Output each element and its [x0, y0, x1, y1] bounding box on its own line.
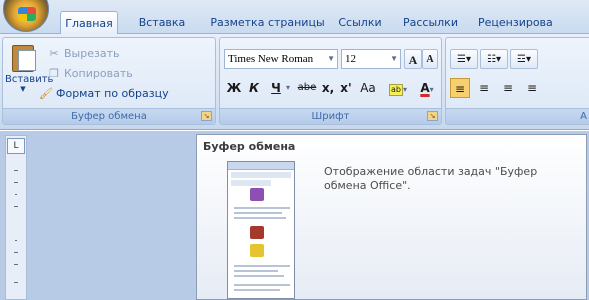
subscript-button[interactable]: x,: [320, 78, 336, 98]
ruler-tick: [14, 170, 18, 171]
clipboard-icon: [10, 42, 36, 72]
format-painter-label: Формат по образцу: [56, 87, 169, 100]
tab-review[interactable]: Рецензирова: [478, 11, 589, 34]
chevron-down-icon: ▼: [20, 85, 26, 93]
paragraph-group: ☰▾ ☷▾ ☲▾ ≡ ≡ ≡ ≡ А: [445, 37, 589, 125]
underline-button[interactable]: Ч: [268, 78, 284, 98]
justify-button[interactable]: ≡: [522, 78, 542, 98]
tab-selector-button[interactable]: L: [7, 138, 25, 154]
tab-mailings[interactable]: Рассылки: [398, 11, 463, 34]
chevron-down-icon: ▼: [390, 54, 398, 63]
grow-font-button[interactable]: A: [404, 49, 422, 69]
change-case-button[interactable]: Aa: [356, 78, 380, 98]
tab-page-layout[interactable]: Разметка страницы: [210, 11, 325, 34]
ruler-tick: [14, 252, 18, 253]
align-center-button[interactable]: ≡: [474, 78, 494, 98]
font-size-value: 12: [345, 53, 356, 65]
font-group-label: Шрифт: [220, 108, 441, 124]
highlight-color-button[interactable]: ab ▾: [384, 78, 412, 98]
align-left-button[interactable]: ≡: [450, 78, 470, 98]
superscript-button[interactable]: x': [338, 78, 354, 98]
font-color-icon: A: [420, 81, 430, 95]
ruler-tick: [15, 194, 17, 195]
paste-button[interactable]: Вставить ▼: [5, 42, 54, 106]
copy-button[interactable]: ❐ Копировать: [47, 65, 133, 83]
highlighter-icon: ab: [388, 84, 403, 96]
chevron-down-icon[interactable]: ▾: [284, 78, 292, 98]
clipboard-group-label: Буфер обмена: [3, 108, 215, 124]
ribbon-tab-strip: Главная Вставка Разметка страницы Ссылки…: [0, 0, 589, 35]
ruler-tick: [14, 182, 18, 183]
tab-references[interactable]: Ссылки: [335, 11, 385, 34]
font-dialog-launcher[interactable]: ↘: [427, 111, 438, 121]
tooltip-title: Буфер обмена: [203, 140, 296, 153]
bold-button[interactable]: Ж: [226, 78, 242, 98]
font-name-select[interactable]: Times New Roman ▼: [224, 49, 338, 69]
clipboard-pane-preview-image: [227, 161, 295, 299]
chevron-down-icon: ▼: [327, 54, 335, 63]
brush-icon: 🖌: [39, 87, 53, 100]
multilevel-list-button[interactable]: ☲▾: [510, 49, 538, 69]
cut-button[interactable]: ✂ Вырезать: [47, 45, 119, 63]
tooltip-description: Отображение области задач "Буфер обмена …: [324, 165, 538, 192]
font-size-select[interactable]: 12 ▼: [341, 49, 401, 69]
font-group: Times New Roman ▼ 12 ▼ A A Ж К Ч ▾ abe x…: [219, 37, 442, 125]
clipboard-dialog-launcher[interactable]: ↘: [201, 111, 212, 121]
clipboard-tooltip: Буфер обмена Отображение области задач "…: [196, 134, 587, 300]
font-name-value: Times New Roman: [228, 53, 314, 65]
ruler-tick: [14, 206, 18, 207]
ruler-tick: [14, 282, 18, 283]
numbering-button[interactable]: ☷▾: [480, 49, 508, 69]
ribbon: Вставить ▼ ✂ Вырезать ❐ Копировать 🖌 Формат…: [0, 34, 589, 130]
clipboard-group: Вставить ▼ ✂ Вырезать ❐ Копировать 🖌 Формат…: [2, 37, 216, 125]
scissors-icon: ✂: [49, 47, 59, 60]
cut-label: Вырезать: [64, 47, 120, 60]
vertical-ruler[interactable]: [5, 135, 27, 300]
ruler-tick: [14, 264, 18, 265]
strikethrough-button[interactable]: abe: [296, 78, 318, 98]
format-painter-button[interactable]: 🖌 Формат по образцу: [39, 85, 169, 103]
tab-insert[interactable]: Вставка: [136, 11, 188, 34]
align-right-button[interactable]: ≡: [498, 78, 518, 98]
shrink-font-button[interactable]: A: [422, 49, 438, 69]
bullets-button[interactable]: ☰▾: [450, 49, 478, 69]
office-button[interactable]: [3, 0, 49, 32]
copy-label: Копировать: [64, 67, 133, 80]
tab-home[interactable]: Главная: [60, 11, 118, 35]
ruler-tick: [15, 240, 17, 241]
font-color-button[interactable]: A▾: [414, 78, 440, 98]
paragraph-group-label: А: [446, 108, 589, 124]
paste-label: Вставить: [5, 74, 54, 85]
italic-button[interactable]: К: [246, 78, 262, 98]
copy-icon: ❐: [49, 67, 59, 80]
